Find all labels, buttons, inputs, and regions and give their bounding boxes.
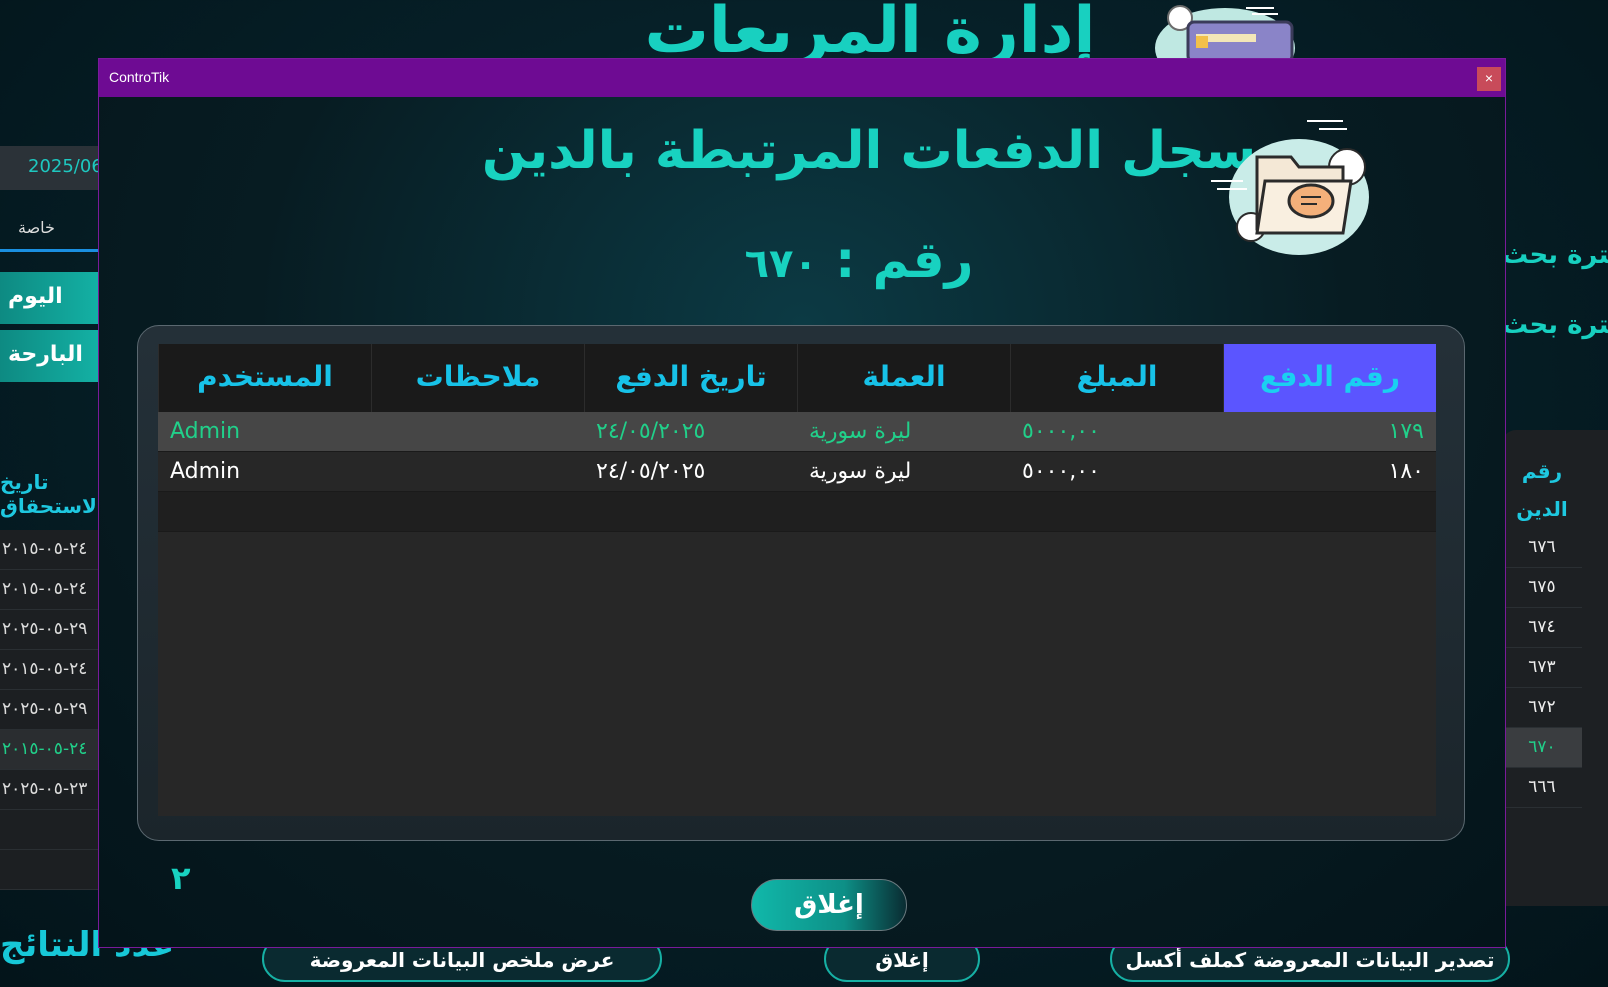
row-count: ٢ bbox=[171, 859, 191, 897]
table-row[interactable]: ٦٧٠ bbox=[1502, 728, 1582, 768]
currency-cell: ليرة سورية bbox=[809, 419, 912, 444]
filter-label: فلترة بحث bbox=[1502, 240, 1608, 270]
date-cell: ٢٤/٠٥/٢٠٢٥ bbox=[596, 459, 706, 484]
close-button[interactable]: إغلاق bbox=[751, 879, 907, 931]
debt-number-header: رقم الدين bbox=[1502, 430, 1582, 528]
date-cell: ٢٤/٠٥/٢٠٢٥ bbox=[596, 419, 706, 444]
column-header-currency[interactable]: العملة bbox=[797, 344, 1010, 412]
payments-grid: رقم الدفع المبلغ العملة تاريخ الدفع ملاح… bbox=[158, 344, 1436, 816]
background-left-table: تاريخ الاستحقاق ٢٤-٠٥-٢٠١٥ ٢٤-٠٥-٢٠١٥ ٢٩… bbox=[0, 428, 110, 890]
table-row bbox=[0, 810, 110, 850]
folder-chat-icon bbox=[1211, 120, 1369, 255]
user-cell: Admin bbox=[170, 419, 241, 444]
currency-cell: ليرة سورية bbox=[809, 459, 912, 484]
special-tab[interactable]: خاصة bbox=[0, 206, 110, 252]
new-row[interactable] bbox=[158, 492, 1436, 532]
table-row[interactable]: ٢٩-٠٥-٢٠٢٥ bbox=[0, 690, 110, 730]
table-row[interactable]: ١٧٩ ٥٠٠٠,٠٠ ليرة سورية ٢٤/٠٥/٢٠٢٥ Admin bbox=[158, 412, 1436, 452]
user-cell: Admin bbox=[170, 459, 241, 484]
today-button[interactable]: اليوم bbox=[0, 272, 110, 324]
number-label: رقم : bbox=[835, 231, 974, 289]
payment-no-cell: ١٨٠ bbox=[1388, 459, 1424, 484]
table-row[interactable]: ١٨٠ ٥٠٠٠,٠٠ ليرة سورية ٢٤/٠٥/٢٠٢٥ Admin bbox=[158, 452, 1436, 492]
table-row[interactable]: ٦٧٤ bbox=[1502, 608, 1582, 648]
grid-header: رقم الدفع المبلغ العملة تاريخ الدفع ملاح… bbox=[158, 344, 1436, 412]
payments-dialog: ControTik × سجل الدفعات المرتبطة بالدين … bbox=[98, 58, 1506, 948]
payment-no-cell: ١٧٩ bbox=[1388, 419, 1424, 444]
filter-label: فلترة بحث bbox=[1502, 310, 1608, 340]
number-value: ٦٧٠ bbox=[744, 241, 818, 287]
table-row[interactable]: ٦٧٢ bbox=[1502, 688, 1582, 728]
background-right-table: رقم الدين ٦٧٦ ٦٧٥ ٦٧٤ ٦٧٣ ٦٧٢ ٦٧٠ ٦٦٦ bbox=[1502, 430, 1608, 906]
table-row[interactable]: ٢٤-٠٥-٢٠١٥ bbox=[0, 650, 110, 690]
table-row[interactable]: ٢٩-٠٥-٢٠٢٥ bbox=[0, 610, 110, 650]
table-row bbox=[0, 850, 110, 890]
dialog-heading: سجل الدفعات المرتبطة بالدين bbox=[481, 121, 1257, 181]
column-header-payment-no[interactable]: رقم الدفع bbox=[1223, 344, 1436, 412]
table-row[interactable]: ٦٧٣ bbox=[1502, 648, 1582, 688]
dialog-titlebar[interactable]: ControTik × bbox=[99, 59, 1505, 97]
laptop-cloud-icon bbox=[1155, 5, 1295, 60]
table-row[interactable]: ٢٤-٠٥-٢٠١٥ bbox=[0, 730, 110, 770]
table-row[interactable]: ٦٦٦ bbox=[1502, 768, 1582, 808]
debt-number: رقم : ٦٧٠ bbox=[659, 231, 1059, 289]
header-line: رقم bbox=[1521, 459, 1563, 483]
column-header-notes[interactable]: ملاحظات bbox=[371, 344, 584, 412]
header-line: الدين bbox=[1516, 497, 1568, 521]
payments-panel: رقم الدفع المبلغ العملة تاريخ الدفع ملاح… bbox=[137, 325, 1465, 841]
date-field[interactable]: 2025/06 bbox=[0, 146, 110, 190]
amount-cell: ٥٠٠٠,٠٠ bbox=[1022, 419, 1100, 444]
close-icon[interactable]: × bbox=[1477, 67, 1501, 91]
due-date-header: تاريخ الاستحقاق bbox=[0, 470, 104, 518]
notes-cell bbox=[371, 452, 584, 492]
table-row[interactable]: ٢٤-٠٥-٢٠١٥ bbox=[0, 530, 110, 570]
notes-cell bbox=[371, 412, 584, 452]
yesterday-button[interactable]: البارحة bbox=[0, 330, 110, 382]
window-title: ControTik bbox=[109, 69, 170, 85]
table-row[interactable]: ٦٧٦ bbox=[1502, 528, 1582, 568]
column-header-user[interactable]: المستخدم bbox=[158, 344, 371, 412]
table-row[interactable]: ٦٧٥ bbox=[1502, 568, 1582, 608]
column-header-amount[interactable]: المبلغ bbox=[1010, 344, 1223, 412]
amount-cell: ٥٠٠٠,٠٠ bbox=[1022, 459, 1100, 484]
table-row[interactable]: ٢٣-٠٥-٢٠٢٥ bbox=[0, 770, 110, 810]
column-header-payment-date[interactable]: تاريخ الدفع bbox=[584, 344, 797, 412]
table-row[interactable]: ٢٤-٠٥-٢٠١٥ bbox=[0, 570, 110, 610]
